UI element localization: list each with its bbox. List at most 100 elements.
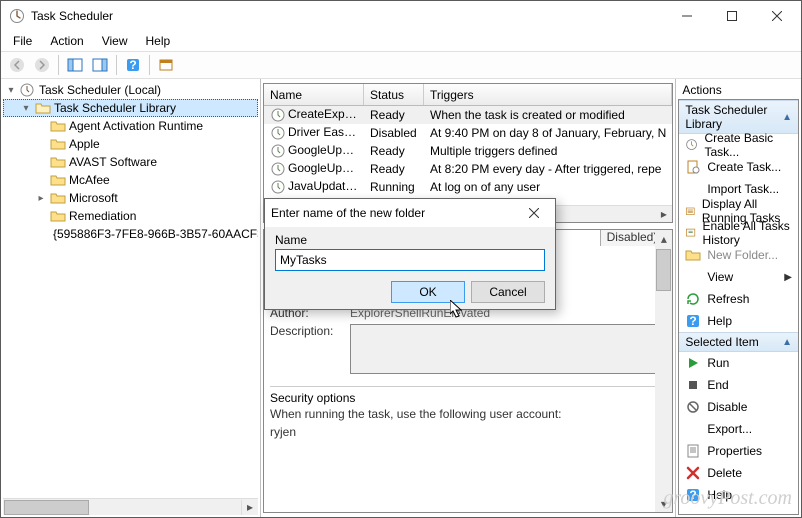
col-name-header[interactable]: Name: [264, 84, 364, 105]
action-help[interactable]: ?Help: [679, 310, 798, 332]
dialog-close-button[interactable]: [519, 202, 549, 224]
refresh-icon: [685, 291, 701, 307]
tree-item[interactable]: AVAST Software: [3, 153, 258, 171]
delete-icon: [685, 465, 701, 481]
tree-root[interactable]: ▾ Task Scheduler (Local): [3, 81, 258, 99]
task-icon: [270, 179, 286, 195]
close-button[interactable]: [754, 2, 799, 30]
menubar: File Action View Help: [1, 31, 801, 51]
folder-name-input[interactable]: [275, 249, 545, 271]
scroll-up-icon[interactable]: ▴: [655, 230, 672, 247]
toolbar-extra-button[interactable]: [154, 53, 178, 77]
details-vscrollbar[interactable]: ▴ ▾: [655, 230, 672, 512]
dialog-title: Enter name of the new folder: [271, 206, 519, 220]
action-view[interactable]: View▶: [679, 266, 798, 288]
tree-library[interactable]: ▾ Task Scheduler Library: [3, 99, 258, 117]
menu-action[interactable]: Action: [42, 32, 91, 50]
help-button[interactable]: ?: [121, 53, 145, 77]
action-refresh[interactable]: Refresh: [679, 288, 798, 310]
action-label: Help: [707, 488, 732, 502]
scroll-down-icon[interactable]: ▾: [655, 495, 672, 512]
tree-item[interactable]: {595886F3-7FE8-966B-3B57-60AACF398: [3, 225, 258, 243]
action-label: New Folder...: [707, 248, 778, 262]
action-label: Delete: [707, 466, 742, 480]
scrollbar-thumb[interactable]: [656, 249, 671, 291]
task-row[interactable]: Driver Easy S...DisabledAt 9:40 PM on da…: [264, 124, 672, 142]
task-status: Ready: [364, 108, 424, 122]
action-export[interactable]: Export...: [679, 418, 798, 440]
menu-file[interactable]: File: [5, 32, 40, 50]
security-prompt: When running the task, use the following…: [270, 407, 666, 421]
tree-hscrollbar[interactable]: ▸: [3, 498, 258, 515]
scroll-right-icon[interactable]: ▸: [655, 207, 672, 222]
expand-icon[interactable]: ▾: [5, 85, 17, 96]
menu-view[interactable]: View: [94, 32, 136, 50]
description-row: Description:: [270, 324, 666, 374]
collapse-icon[interactable]: ▲: [782, 112, 792, 123]
tree-item[interactable]: Apple: [3, 135, 258, 153]
tree-item[interactable]: ▸Microsoft: [3, 189, 258, 207]
task-row[interactable]: JavaUpdateS...RunningAt log on of any us…: [264, 178, 672, 196]
folder-icon: [50, 137, 66, 151]
actions-pane: Actions Task Scheduler Library▲ Create B…: [676, 79, 801, 517]
task-name: Driver Easy S...: [288, 125, 364, 139]
group-label: Selected Item: [685, 335, 758, 349]
help-icon: ?: [685, 487, 701, 503]
description-label: Description:: [270, 324, 350, 338]
scheduler-tree[interactable]: ▾ Task Scheduler (Local) ▾ Task Schedule…: [3, 81, 258, 498]
action-run[interactable]: Run: [679, 352, 798, 374]
show-hide-tree-button[interactable]: [63, 53, 87, 77]
action-end[interactable]: End: [679, 374, 798, 396]
tree-label: Agent Activation Runtime: [69, 119, 203, 133]
action-label: Run: [707, 356, 729, 370]
tree-item[interactable]: Remediation: [3, 207, 258, 225]
cancel-button[interactable]: Cancel: [471, 281, 545, 303]
chevron-right-icon: ▶: [784, 272, 792, 283]
expand-icon[interactable]: ▸: [35, 193, 47, 204]
minimize-button[interactable]: [664, 2, 709, 30]
action-enable-all-tasks-history[interactable]: Enable All Tasks History: [679, 222, 798, 244]
expand-icon[interactable]: ▾: [20, 103, 32, 114]
tree-label: AVAST Software: [69, 155, 157, 169]
dialog-titlebar: Enter name of the new folder: [265, 199, 555, 227]
task-row[interactable]: CreateExplor...ReadyWhen the task is cre…: [264, 106, 672, 124]
task-status: Disabled: [364, 126, 424, 140]
folder-icon: [50, 209, 66, 223]
tree-item[interactable]: McAfee: [3, 171, 258, 189]
col-triggers-header[interactable]: Triggers: [424, 84, 672, 105]
action-create-task[interactable]: Create Task...: [679, 156, 798, 178]
folder-icon: [50, 191, 66, 205]
scrollbar-thumb[interactable]: [4, 500, 89, 515]
toolbar-separator: [58, 55, 59, 75]
ok-button[interactable]: OK: [391, 281, 465, 303]
menu-help[interactable]: Help: [138, 32, 179, 50]
actions-group-header[interactable]: Selected Item ▲: [679, 332, 798, 352]
col-status-header[interactable]: Status: [364, 84, 424, 105]
action-create-basic-task[interactable]: Create Basic Task...: [679, 134, 798, 156]
grid-body: CreateExplor...ReadyWhen the task is cre…: [264, 106, 672, 205]
action-disable[interactable]: Disable: [679, 396, 798, 418]
task-row[interactable]: GoogleUpda...ReadyAt 8:20 PM every day -…: [264, 160, 672, 178]
folder-icon: [50, 173, 66, 187]
actions-group-header[interactable]: Task Scheduler Library▲: [679, 100, 798, 134]
task-status: Ready: [364, 144, 424, 158]
tree-item[interactable]: Agent Activation Runtime: [3, 117, 258, 135]
scroll-right-icon[interactable]: ▸: [241, 500, 258, 515]
task-icon: [270, 107, 286, 123]
toolbar-separator: [149, 55, 150, 75]
task-icon: [270, 143, 286, 159]
action-delete[interactable]: Delete: [679, 462, 798, 484]
action-help[interactable]: ? Help: [679, 484, 798, 506]
show-hide-action-button[interactable]: [88, 53, 112, 77]
task-row[interactable]: GoogleUpda...ReadyMultiple triggers defi…: [264, 142, 672, 160]
security-options-title: Security options: [270, 386, 666, 405]
maximize-button[interactable]: [709, 2, 754, 30]
group-label: Task Scheduler Library: [685, 103, 782, 131]
wizard-icon: [685, 137, 698, 153]
collapse-icon[interactable]: ▲: [782, 337, 792, 348]
task-status: Running: [364, 180, 424, 194]
action-properties[interactable]: Properties: [679, 440, 798, 462]
action-label: Refresh: [707, 292, 749, 306]
run-icon: [685, 355, 701, 371]
task-name: JavaUpdateS...: [288, 179, 364, 193]
